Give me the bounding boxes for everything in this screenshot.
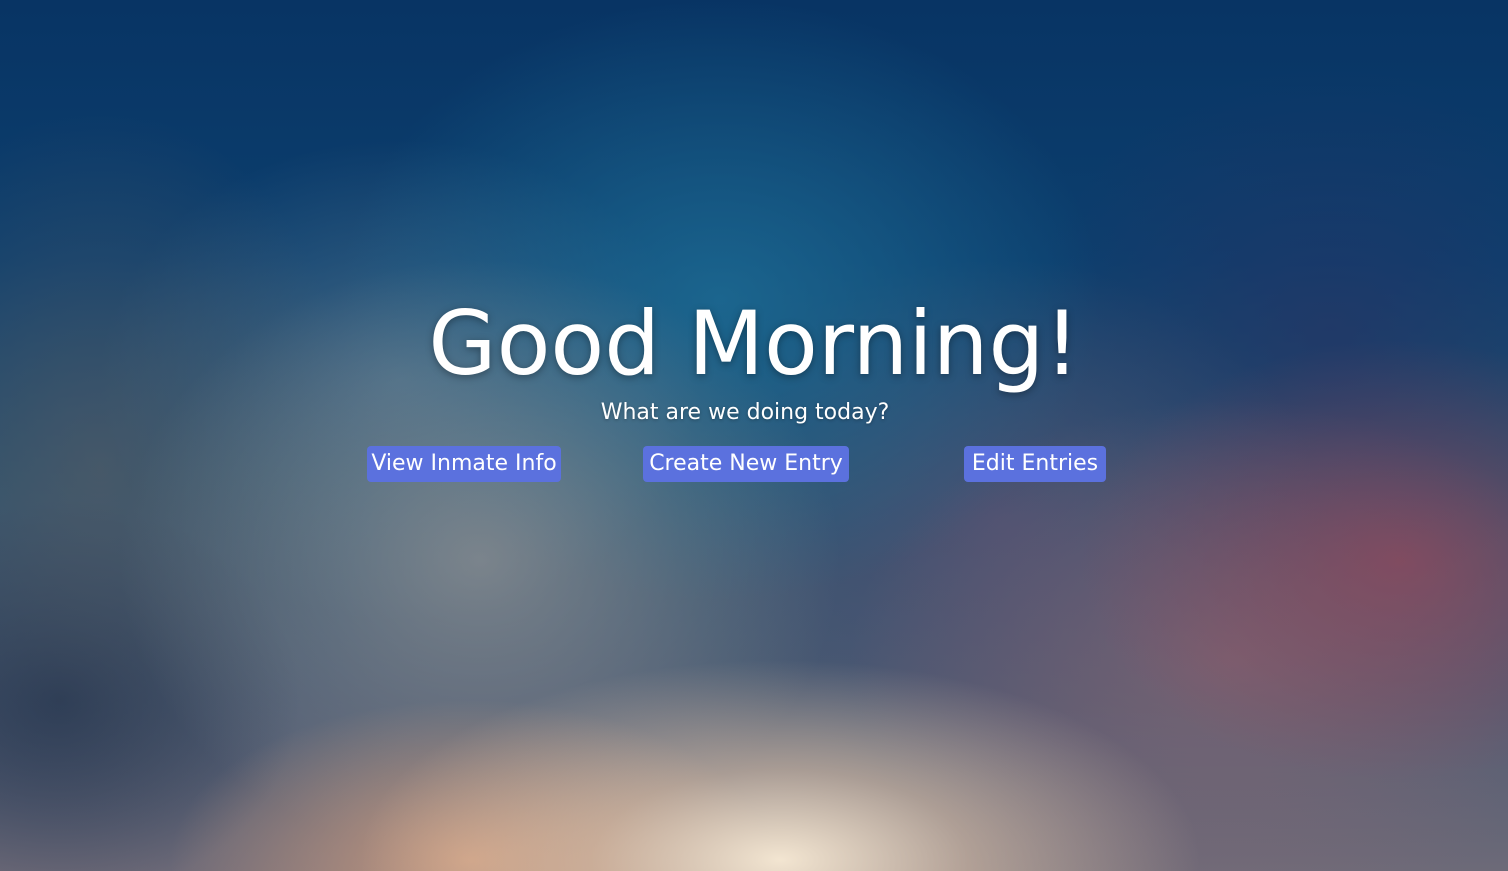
edit-entries-button[interactable]: Edit Entries bbox=[964, 446, 1106, 482]
background-gradient bbox=[0, 0, 1508, 871]
greeting-subtitle: What are we doing today? bbox=[600, 400, 890, 425]
create-new-entry-button[interactable]: Create New Entry bbox=[643, 446, 849, 482]
view-inmate-info-button[interactable]: View Inmate Info bbox=[367, 446, 561, 482]
greeting-title: Good Morning! bbox=[428, 292, 1080, 395]
